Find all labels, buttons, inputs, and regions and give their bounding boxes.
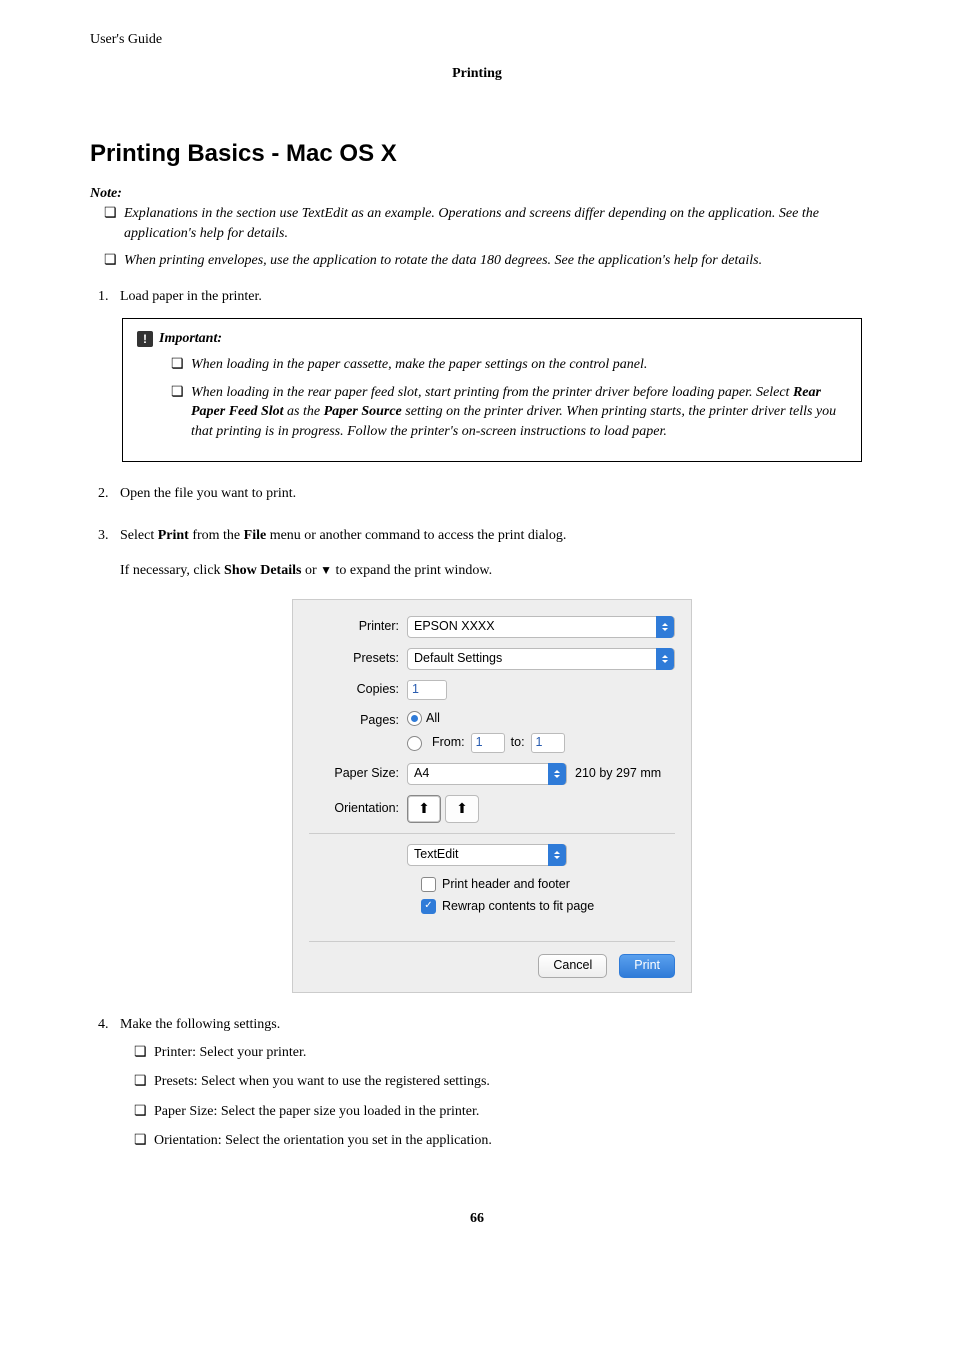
chevron-updown-icon	[548, 763, 566, 785]
important-label: Important:	[159, 329, 222, 349]
pages-all-label: All	[426, 710, 440, 728]
sublist-item: Presets: Select when you want to use the…	[120, 1072, 864, 1092]
step-4-sublist: Printer: Select your printer. Presets: S…	[120, 1043, 864, 1151]
pages-all-radio[interactable]: All	[407, 710, 565, 728]
pages-from-radio[interactable]: From: 1 to: 1	[407, 733, 565, 753]
step-4-text: Make the following settings.	[120, 1017, 280, 1032]
panel-select[interactable]: TextEdit	[407, 844, 567, 866]
pages-to-label: to:	[511, 734, 525, 752]
orientation-row: Orientation: ⬆︎ ⬆︎	[309, 795, 675, 823]
papersize-row: Paper Size: A4 210 by 297 mm	[309, 763, 675, 785]
presets-select[interactable]: Default Settings	[407, 648, 675, 670]
steps-list: Load paper in the printer. ! Important: …	[90, 287, 864, 1151]
presets-row: Presets: Default Settings	[309, 648, 675, 670]
step-4: Make the following settings. Printer: Se…	[112, 1015, 864, 1151]
important-box: ! Important: When loading in the paper c…	[122, 318, 862, 462]
cancel-button[interactable]: Cancel	[538, 954, 607, 978]
note-list: Explanations in the section use TextEdit…	[90, 204, 864, 271]
presets-label: Presets:	[309, 650, 407, 668]
orientation-portrait-button[interactable]: ⬆︎	[407, 795, 441, 823]
orientation-label: Orientation:	[309, 800, 407, 818]
header-section: Printing	[90, 66, 864, 82]
radio-icon	[407, 736, 422, 751]
pages-from-label: From:	[432, 734, 465, 752]
separator	[309, 833, 675, 834]
important-item: When loading in the paper cassette, make…	[137, 355, 847, 375]
checkbox-icon	[421, 877, 436, 892]
note-label: Note:	[90, 186, 864, 202]
step-3-sub: If necessary, click Show Details or ▼ to…	[120, 560, 864, 581]
papersize-select[interactable]: A4	[407, 763, 567, 785]
printer-label: Printer:	[309, 618, 407, 636]
panel-row: TextEdit	[309, 844, 675, 866]
sublist-item: Printer: Select your printer.	[120, 1043, 864, 1063]
important-heading: ! Important:	[137, 329, 847, 349]
header-guide: User's Guide	[90, 32, 864, 48]
checkbox-header-label: Print header and footer	[442, 876, 570, 894]
pages-label: Pages:	[309, 710, 407, 730]
important-icon: !	[137, 331, 153, 347]
checkbox-checked-icon: ✓	[421, 899, 436, 914]
papersize-dim: 210 by 297 mm	[575, 765, 661, 783]
pages-to-input[interactable]: 1	[531, 733, 565, 753]
step-2: Open the file you want to print.	[112, 484, 864, 504]
checkbox-rewrap-row[interactable]: ✓ Rewrap contents to fit page	[421, 898, 675, 916]
pages-row: Pages: All From: 1 to: 1	[309, 710, 675, 754]
printer-row: Printer: EPSON XXXX	[309, 616, 675, 638]
sublist-item: Orientation: Select the orientation you …	[120, 1131, 864, 1151]
step-3: Select Print from the File menu or anoth…	[112, 526, 864, 993]
pages-from-input[interactable]: 1	[471, 733, 505, 753]
note-item: Explanations in the section use TextEdit…	[90, 204, 864, 243]
orientation-landscape-button[interactable]: ⬆︎	[445, 795, 479, 823]
printer-select[interactable]: EPSON XXXX	[407, 616, 675, 638]
chevron-updown-icon	[656, 616, 674, 638]
print-dialog: Printer: EPSON XXXX Presets: Default Set…	[292, 599, 692, 994]
print-button[interactable]: Print	[619, 954, 675, 978]
radio-icon	[407, 711, 422, 726]
sublist-item: Paper Size: Select the paper size you lo…	[120, 1102, 864, 1122]
important-item: When loading in the rear paper feed slot…	[137, 383, 847, 442]
copies-label: Copies:	[309, 681, 407, 699]
panel-value: TextEdit	[414, 846, 458, 864]
important-list: When loading in the paper cassette, make…	[137, 355, 847, 441]
pages-options: All From: 1 to: 1	[407, 710, 565, 754]
checkbox-header-row[interactable]: Print header and footer	[421, 876, 675, 894]
dialog-footer: Cancel Print	[309, 941, 675, 978]
page-title: Printing Basics - Mac OS X	[90, 140, 864, 168]
page-number: 66	[90, 1211, 864, 1227]
copies-row: Copies: 1	[309, 680, 675, 700]
printer-value: EPSON XXXX	[414, 618, 495, 636]
chevron-updown-icon	[656, 648, 674, 670]
step-1: Load paper in the printer. ! Important: …	[112, 287, 864, 463]
papersize-value: A4	[414, 765, 429, 783]
papersize-label: Paper Size:	[309, 765, 407, 783]
triangle-down-icon: ▼	[320, 564, 332, 576]
presets-value: Default Settings	[414, 650, 502, 668]
portrait-icon: ⬆︎	[418, 799, 430, 819]
copies-input[interactable]: 1	[407, 680, 447, 700]
checkbox-rewrap-label: Rewrap contents to fit page	[442, 898, 594, 916]
step-1-text: Load paper in the printer.	[120, 289, 262, 304]
chevron-updown-icon	[548, 844, 566, 866]
note-item: When printing envelopes, use the applica…	[90, 251, 864, 271]
landscape-icon: ⬆︎	[456, 799, 468, 819]
